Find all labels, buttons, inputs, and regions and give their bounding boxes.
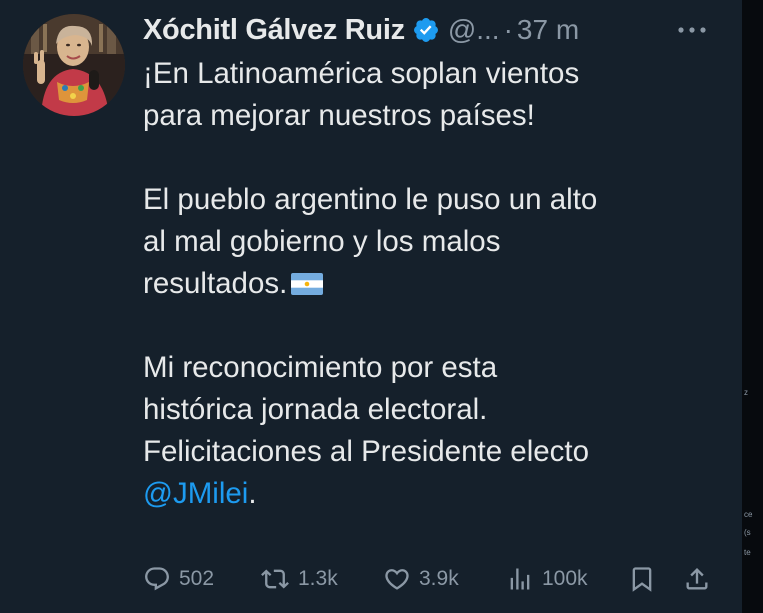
tweet-line: El pueblo argentino le puso un alto (143, 183, 598, 216)
tweet-line: histórica jornada electoral. (143, 393, 488, 426)
heart-icon (385, 569, 409, 590)
tweet-line: Felicitaciones al Presidente electo (143, 435, 590, 468)
share-icon (686, 568, 708, 590)
more-button[interactable] (672, 12, 712, 48)
tweet-line: Mi reconocimiento por esta (143, 351, 498, 384)
repost-icon (261, 569, 289, 589)
separator-dot: · (503, 14, 513, 45)
bookmark-icon (632, 567, 652, 592)
reply-count: 502 (179, 567, 215, 590)
like-count: 3.9k (419, 567, 459, 590)
verified-badge-icon (413, 18, 438, 42)
action-bar: 502 1.3k 3.9k 100k (0, 560, 742, 598)
background-strip: z ce (s te (742, 0, 763, 613)
share-button[interactable] (683, 560, 711, 598)
like-button[interactable]: 3.9k (383, 560, 459, 598)
tweet-line-with-flag: resultados. (143, 263, 723, 305)
clipped-text: ce (744, 510, 753, 519)
repost-count: 1.3k (298, 567, 338, 590)
avatar-photo (23, 14, 125, 116)
author-name[interactable]: Xóchitl Gálvez Ruiz (143, 14, 405, 47)
tweet-card[interactable]: Xóchitl Gálvez Ruiz @... · 37 m ¡En Lati… (0, 0, 742, 613)
avatar[interactable] (23, 14, 125, 116)
tweet-line-with-mention: @JMilei. (143, 473, 723, 515)
tweet-header: Xóchitl Gálvez Ruiz @... · 37 m (143, 8, 579, 52)
repost-button[interactable]: 1.3k (260, 560, 338, 598)
reply-button[interactable]: 502 (143, 560, 214, 598)
argentina-flag-icon (291, 273, 324, 295)
tweet-line: para mejorar nuestros países! (143, 99, 535, 132)
tweet-trailing: . (248, 477, 257, 510)
tweet-line: resultados. (143, 267, 288, 300)
author-handle[interactable]: @... (448, 14, 500, 46)
views-chart-icon (510, 568, 530, 590)
views-button[interactable]: 100k (506, 560, 588, 598)
clipped-text: (s (744, 528, 751, 537)
views-count: 100k (542, 567, 588, 590)
reply-icon (145, 567, 169, 591)
clipped-text: te (744, 548, 751, 557)
mention-link[interactable]: @JMilei (143, 477, 248, 510)
more-horizontal-icon (678, 27, 706, 33)
bookmark-button[interactable] (628, 560, 656, 598)
tweet-line: al mal gobierno y los malos (143, 225, 501, 258)
timestamp[interactable]: 37 m (517, 14, 579, 46)
clipped-text: z (744, 388, 748, 397)
tweet-line: ¡En Latinoamérica soplan vientos (143, 57, 580, 90)
tweet-text: ¡En Latinoamérica soplan vientos para me… (143, 53, 723, 515)
